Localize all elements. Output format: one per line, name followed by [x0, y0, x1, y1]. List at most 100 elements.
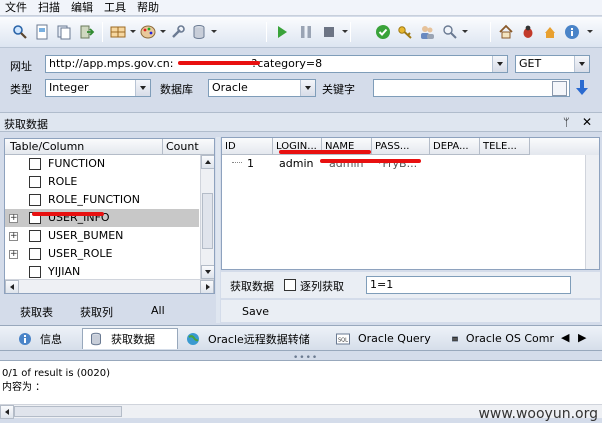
tab-info[interactable]: 信息	[12, 328, 78, 349]
save-bar: Save	[221, 300, 600, 322]
download-arrow-icon[interactable]	[574, 79, 590, 97]
url-input[interactable]: http://app.mps.gov.cn: ?category=8	[45, 55, 508, 73]
table-row-cell[interactable]: 1	[247, 157, 254, 171]
database-select[interactable]: Oracle	[208, 79, 316, 97]
scroll-left-button[interactable]	[5, 280, 19, 293]
condition-input[interactable]: 1=1	[366, 276, 571, 294]
column-header-count[interactable]: Count	[166, 140, 199, 153]
scroll-down-button[interactable]	[201, 265, 214, 279]
close-icon[interactable]: ✕	[582, 115, 592, 129]
grid-column-header[interactable]: ID	[222, 138, 273, 155]
upload-icon[interactable]	[540, 22, 560, 42]
grid-vertical-scrollbar[interactable]	[585, 155, 599, 269]
checkbox[interactable]	[29, 266, 41, 278]
tree-item[interactable]: ROLE	[5, 173, 199, 191]
url-label: 网址	[10, 60, 32, 73]
result-line-2: 内容为 ：	[2, 382, 46, 393]
globe-icon	[187, 332, 199, 345]
menu-tools[interactable]: 工具	[99, 0, 132, 15]
bug-icon[interactable]	[518, 22, 538, 42]
wrench-icon[interactable]	[168, 22, 188, 42]
menu-edit[interactable]: 编辑	[66, 0, 99, 15]
copy-icon[interactable]	[54, 22, 74, 42]
result-output: 0/1 of result is (0020) 内容为 ：	[0, 360, 602, 406]
menu-file[interactable]: 文件	[0, 0, 33, 15]
scroll-thumb[interactable]	[202, 193, 213, 249]
tab-scroll-left-icon[interactable]: ◀	[561, 331, 569, 344]
database-icon[interactable]	[189, 22, 209, 42]
type-value: Integer	[49, 81, 89, 94]
stop-icon[interactable]	[319, 22, 339, 42]
grid-column-header[interactable]: DEPA...	[430, 138, 480, 155]
tree-vertical-scrollbar[interactable]	[200, 155, 214, 279]
type-dropdown-button[interactable]	[135, 80, 150, 96]
keyword-label: 关键字	[322, 83, 355, 96]
tab-scroll-right-icon[interactable]: ▶	[578, 331, 586, 344]
tree-item[interactable]: + USER_BUMEN	[5, 227, 199, 245]
export-icon[interactable]	[77, 22, 97, 42]
key-icon[interactable]	[395, 22, 415, 42]
checkbox[interactable]	[29, 158, 41, 170]
checkbox[interactable]	[29, 248, 41, 260]
checkbox[interactable]	[29, 230, 41, 242]
save-button[interactable]: Save	[242, 305, 269, 318]
palette-icon[interactable]	[138, 22, 158, 42]
expand-icon[interactable]: +	[9, 214, 18, 223]
scroll-up-button[interactable]	[201, 155, 214, 169]
tab-oracle-os-command[interactable]: Oracle OS Comr	[450, 328, 554, 349]
magnifier-icon[interactable]	[440, 22, 460, 42]
home-icon[interactable]	[496, 22, 516, 42]
menu-scan[interactable]: 扫描	[33, 0, 66, 15]
tab-fetch-data[interactable]: 获取数据	[82, 328, 178, 349]
type-select[interactable]: Integer	[45, 79, 151, 97]
tab-oracle-query[interactable]: SQL Oracle Query	[334, 328, 434, 349]
scroll-thumb[interactable]	[14, 406, 122, 417]
info-circle-icon[interactable]	[562, 22, 582, 42]
url-history-dropdown[interactable]	[492, 56, 507, 72]
tree-header: Table/Column Count	[5, 139, 214, 155]
per-column-label: 逐列获取	[300, 280, 344, 293]
check-icon[interactable]	[373, 22, 393, 42]
checkbox[interactable]	[29, 176, 41, 188]
tab-oracle-remote-dump[interactable]: Oracle远程数据转储	[184, 328, 324, 349]
menu-help[interactable]: 帮助	[132, 0, 165, 15]
column-header-table[interactable]: Table/Column	[10, 140, 84, 153]
scroll-left-button[interactable]	[0, 405, 14, 419]
options-icon[interactable]	[552, 81, 567, 96]
scroll-right-button[interactable]	[200, 280, 214, 293]
search-icon[interactable]	[10, 22, 30, 42]
keyword-input[interactable]	[373, 79, 570, 97]
table-row-cell[interactable]: admin	[279, 157, 313, 171]
database-dropdown-button[interactable]	[300, 80, 315, 96]
url-tail: ?category=8	[251, 57, 323, 70]
users-icon[interactable]	[417, 22, 437, 42]
per-column-checkbox[interactable]	[284, 279, 296, 291]
tree-horizontal-scrollbar[interactable]	[5, 279, 214, 293]
tree-item[interactable]: ROLE_FUNCTION	[5, 191, 199, 209]
fetch-tables-button[interactable]: 获取表	[20, 304, 53, 320]
page-icon[interactable]	[32, 22, 52, 42]
grid-icon[interactable]	[108, 22, 128, 42]
fetch-columns-button[interactable]: 获取列	[80, 304, 113, 320]
checkbox[interactable]	[29, 194, 41, 206]
grid-column-header[interactable]: TELE...	[480, 138, 530, 155]
fetch-data-button[interactable]: 获取数据	[230, 278, 274, 294]
redaction-mark	[32, 212, 104, 216]
pause-icon[interactable]	[296, 22, 316, 42]
fetch-bar: 获取数据 逐列获取 1=1	[221, 272, 600, 298]
play-icon[interactable]	[272, 22, 292, 42]
method-dropdown-button[interactable]	[574, 56, 589, 72]
grid-column-header[interactable]: PASS...	[372, 138, 430, 155]
expand-icon[interactable]: +	[9, 232, 18, 241]
pin-icon[interactable]: ᛘ	[563, 116, 570, 129]
tree-item[interactable]: FUNCTION	[5, 155, 199, 173]
method-select[interactable]: GET	[515, 55, 590, 73]
left-actions: 获取表 获取列 All	[4, 298, 215, 322]
redaction-mark	[320, 159, 421, 163]
tree-item[interactable]: + USER_ROLE	[5, 245, 199, 263]
sql-icon: SQL	[336, 333, 350, 344]
all-button[interactable]: All	[151, 304, 165, 317]
svg-text:SQL: SQL	[338, 337, 348, 343]
expand-icon[interactable]: +	[9, 250, 18, 259]
splitter[interactable]	[216, 137, 220, 323]
